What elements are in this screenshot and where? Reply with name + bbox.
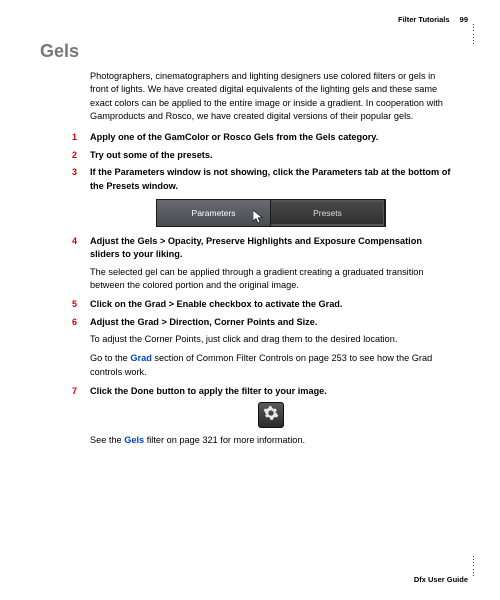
step-4: 4 Adjust the Gels > Opacity, Preserve Hi…	[90, 235, 452, 262]
decor-dots-bottom	[473, 556, 474, 576]
gels-pre: See the	[90, 435, 124, 445]
paragraph-after-6: To adjust the Corner Points, just click …	[90, 333, 452, 346]
gear-icon	[263, 405, 279, 425]
intro-paragraph: Photographers, cinematographers and ligh…	[90, 70, 452, 123]
body-content: Photographers, cinematographers and ligh…	[90, 70, 452, 448]
footer-label: Dfx User Guide	[414, 575, 468, 586]
step-text: If the Parameters window is not showing,…	[90, 167, 450, 190]
step-5: 5 Click on the Grad > Enable checkbox to…	[90, 298, 452, 311]
grad-link[interactable]: Grad	[130, 353, 151, 363]
step-number: 4	[72, 235, 77, 248]
step-text: Click on the Grad > Enable checkbox to a…	[90, 299, 342, 309]
grad-reference: Go to the Grad section of Common Filter …	[90, 352, 452, 379]
decor-dots-top	[473, 24, 474, 44]
paragraph-after-4: The selected gel can be applied through …	[90, 266, 452, 293]
step-7: 7 Click the Done button to apply the fil…	[90, 385, 452, 398]
section-label: Filter Tutorials	[398, 15, 450, 24]
step-number: 2	[72, 149, 77, 162]
step-text: Apply one of the GamColor or Rosco Gels …	[90, 132, 378, 142]
step-number: 5	[72, 298, 77, 311]
step-number: 7	[72, 385, 77, 398]
done-button[interactable]	[258, 402, 284, 428]
step-3: 3 If the Parameters window is not showin…	[90, 166, 452, 193]
step-text: Adjust the Gels > Opacity, Preserve High…	[90, 236, 422, 259]
gels-reference: See the Gels filter on page 321 for more…	[90, 434, 452, 447]
step-number: 6	[72, 316, 77, 329]
page-header: Filter Tutorials 99	[398, 15, 468, 26]
step-2: 2 Try out some of the presets.	[90, 149, 452, 162]
grad-pre: Go to the	[90, 353, 130, 363]
step-number: 3	[72, 166, 77, 179]
page-number: 99	[460, 15, 468, 24]
step-text: Try out some of the presets.	[90, 150, 213, 160]
gels-link[interactable]: Gels	[124, 435, 144, 445]
tab-bar-screenshot: Parameters Presets	[156, 199, 386, 227]
tab-presets[interactable]: Presets	[271, 200, 385, 226]
gels-post: filter on page 321 for more information.	[144, 435, 305, 445]
step-6: 6 Adjust the Grad > Direction, Corner Po…	[90, 316, 452, 329]
page-title: Gels	[40, 38, 470, 64]
step-1: 1 Apply one of the GamColor or Rosco Gel…	[90, 131, 452, 144]
step-text: Click the Done button to apply the filte…	[90, 386, 327, 396]
step-text: Adjust the Grad > Direction, Corner Poin…	[90, 317, 317, 327]
step-number: 1	[72, 131, 77, 144]
